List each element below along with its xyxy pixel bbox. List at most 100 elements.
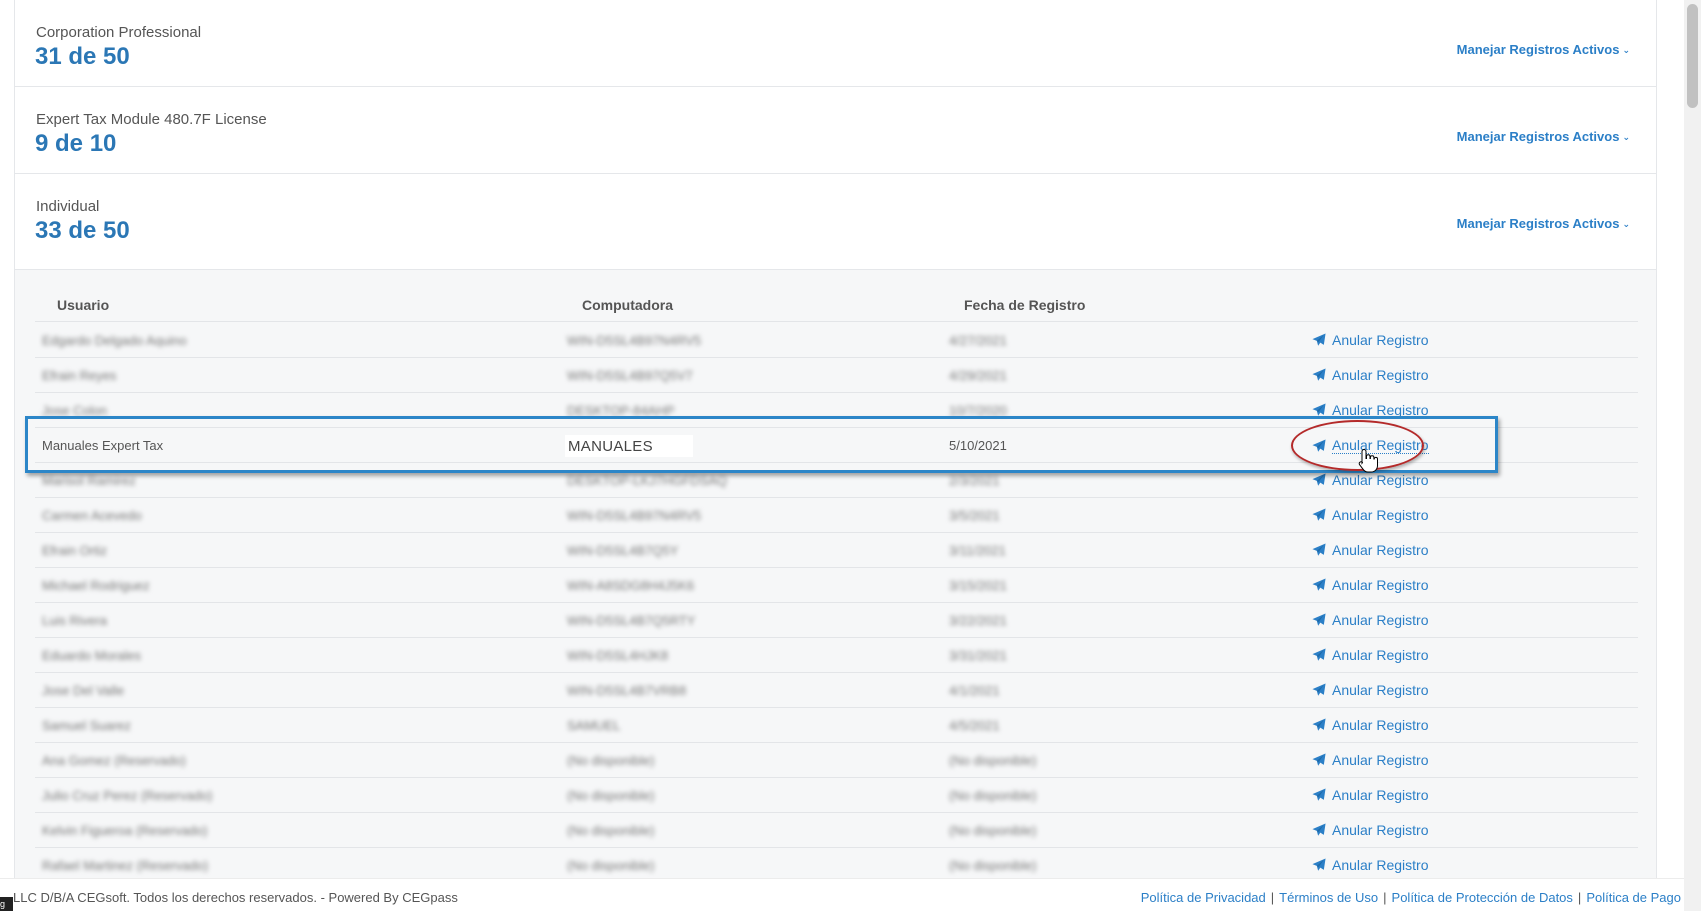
cancel-registration-button[interactable]: Anular Registro	[1312, 402, 1429, 418]
manage-link-label: Manejar Registros Activos	[1456, 42, 1620, 57]
paper-plane-icon	[1312, 753, 1326, 766]
redacted-user: Efrain Reyes	[42, 368, 117, 383]
redacted-computer: WIN-D5SL4HJK8	[567, 648, 669, 663]
paper-plane-icon	[1312, 403, 1326, 416]
chevron-down-icon: ⌄	[1622, 132, 1630, 142]
cancel-registration-button[interactable]: Anular Registro	[1312, 682, 1429, 698]
cancel-registration-button[interactable]: Anular Registro	[1312, 647, 1429, 663]
payment-policy-link[interactable]: Política de Pago	[1586, 890, 1681, 905]
cancel-registration-button[interactable]: Anular Registro	[1312, 857, 1429, 873]
app-window: Corporation Professional 31 de 50 Maneja…	[0, 0, 1701, 911]
redacted-user: Rafael Martinez (Reservado)	[42, 858, 209, 873]
redacted-date: 10/7/2020	[949, 403, 1007, 418]
data-protection-policy-link[interactable]: Política de Protección de Datos	[1392, 890, 1573, 905]
redacted-user: Jose Colon	[42, 403, 108, 418]
redacted-computer: (No disponible)	[567, 753, 655, 768]
active-records-panel: Usuario Computadora Fecha de Registro Ed…	[14, 270, 1657, 883]
registration-date: 5/10/2021	[949, 438, 1007, 453]
action-label: Anular Registro	[1332, 472, 1429, 488]
cancel-registration-button[interactable]: Anular Registro	[1312, 332, 1429, 348]
table-header: Usuario Computadora Fecha de Registro	[35, 270, 1638, 322]
action-label: Anular Registro	[1332, 822, 1429, 838]
action-label: Anular Registro	[1332, 857, 1429, 873]
cancel-registration-button[interactable]: Anular Registro	[1312, 717, 1429, 733]
redacted-computer: DESKTOP-LKJ7HGFDSAQ	[567, 473, 728, 488]
redacted-user: Marisol Ramirez	[42, 473, 136, 488]
redacted-user: Edgardo Delgado Aquino	[42, 333, 187, 348]
redacted-user: Efrain Ortiz	[42, 543, 108, 558]
license-name: Corporation Professional	[36, 24, 202, 41]
table-row: Carmen Acevedo WIN-D5SL4B97N4RV5 3/5/202…	[35, 498, 1638, 533]
footer-links: Política de Privacidad | Términos de Uso | P…	[1141, 890, 1681, 905]
paper-plane-icon	[1312, 858, 1326, 871]
vertical-scrollbar[interactable]	[1684, 0, 1701, 911]
action-label: Anular Registro	[1332, 367, 1429, 383]
header-computer: Computadora	[582, 297, 673, 313]
cancel-registration-button[interactable]: Anular Registro	[1312, 437, 1429, 454]
manage-link-label: Manejar Registros Activos	[1456, 216, 1620, 231]
redacted-date: 2/3/2021	[949, 473, 1000, 488]
cancel-registration-button[interactable]: Anular Registro	[1312, 822, 1429, 838]
cancel-registration-button[interactable]: Anular Registro	[1312, 542, 1429, 558]
cancel-registration-button[interactable]: Anular Registro	[1312, 472, 1429, 488]
redacted-computer: WIN-D5SL4B7VRB8	[567, 683, 687, 698]
copyright-text: LLC D/B/A CEGsoft. Todos los derechos re…	[13, 890, 458, 905]
manage-active-records-link[interactable]: Manejar Registros Activos ⌄	[1457, 42, 1630, 57]
redacted-date: 3/15/2021	[949, 578, 1007, 593]
table-row: Edgardo Delgado Aquino WIN-D5SL4B97N4RV5…	[35, 323, 1638, 358]
cancel-registration-button[interactable]: Anular Registro	[1312, 577, 1429, 593]
redacted-computer: WIN-D5SL4B7Q5Y	[567, 543, 679, 558]
table-row: Luis Rivera WIN-D5SL4B7Q5RTY 3/22/2021 A…	[35, 603, 1638, 638]
action-label: Anular Registro	[1332, 332, 1429, 348]
paper-plane-icon	[1312, 543, 1326, 556]
redacted-user: Kelvin Figueroa (Reservado)	[42, 823, 208, 838]
action-label: Anular Registro	[1332, 542, 1429, 558]
redacted-computer: (No disponible)	[567, 823, 655, 838]
redacted-user: Eduardo Morales	[42, 648, 141, 663]
manage-active-records-link[interactable]: Manejar Registros Activos ⌄	[1457, 129, 1630, 144]
corner-badge: g	[0, 897, 13, 911]
header-user: Usuario	[57, 297, 110, 313]
table-row: Efrain Ortiz WIN-D5SL4B7Q5Y 3/11/2021 An…	[35, 533, 1638, 568]
table-row: Eduardo Morales WIN-D5SL4HJK8 3/31/2021 …	[35, 638, 1638, 673]
table-row: Jose Colon DESKTOP-84AHP 10/7/2020 Anula…	[35, 393, 1638, 428]
redacted-computer: WIN-A8SDG8H4J5K6	[567, 578, 695, 593]
license-name: Expert Tax Module 480.7F License	[36, 111, 267, 128]
license-name: Individual	[36, 198, 100, 215]
license-individual: Individual 33 de 50 Manejar Registros Ac…	[15, 174, 1656, 268]
redacted-computer: (No disponible)	[567, 858, 655, 873]
cancel-registration-button[interactable]: Anular Registro	[1312, 612, 1429, 628]
redacted-computer: WIN-D5SL4B97Q5V7	[567, 368, 693, 383]
table-row: Samuel Suarez SAMUEL 4/5/2021 Anular Reg…	[35, 708, 1638, 743]
scrollbar-thumb[interactable]	[1687, 4, 1698, 108]
cancel-registration-button[interactable]: Anular Registro	[1312, 752, 1429, 768]
redacted-date: 3/31/2021	[949, 648, 1007, 663]
cancel-registration-button[interactable]: Anular Registro	[1312, 787, 1429, 803]
computer-name: MANUALES	[565, 435, 693, 457]
table-row: Jose Del Valle WIN-D5SL4B7VRB8 4/1/2021 …	[35, 673, 1638, 708]
paper-plane-icon	[1312, 718, 1326, 731]
redacted-user: Michael Rodriguez	[42, 578, 150, 593]
terms-of-use-link[interactable]: Términos de Uso	[1279, 890, 1378, 905]
redacted-computer: (No disponible)	[567, 788, 655, 803]
manage-active-records-link[interactable]: Manejar Registros Activos ⌄	[1457, 216, 1630, 231]
paper-plane-icon	[1312, 613, 1326, 626]
redacted-user: Julio Cruz Perez (Reservado)	[42, 788, 213, 803]
redacted-user: Carmen Acevedo	[42, 508, 142, 523]
action-label: Anular Registro	[1332, 717, 1429, 733]
paper-plane-icon	[1312, 508, 1326, 521]
redacted-user: Ana Gomez (Reservado)	[42, 753, 186, 768]
redacted-computer: SAMUEL	[567, 718, 621, 733]
redacted-computer: WIN-D5SL4B7Q5RTY	[567, 613, 696, 628]
paper-plane-icon	[1312, 368, 1326, 381]
action-label: Anular Registro	[1332, 787, 1429, 803]
cancel-registration-button[interactable]: Anular Registro	[1312, 367, 1429, 383]
paper-plane-icon	[1312, 648, 1326, 661]
cancel-registration-button[interactable]: Anular Registro	[1312, 507, 1429, 523]
table-row: Ana Gomez (Reservado) (No disponible) (N…	[35, 743, 1638, 778]
action-label: Anular Registro	[1332, 612, 1429, 628]
action-label: Anular Registro	[1332, 752, 1429, 768]
paper-plane-icon	[1312, 788, 1326, 801]
table-row: Julio Cruz Perez (Reservado) (No disponi…	[35, 778, 1638, 813]
privacy-policy-link[interactable]: Política de Privacidad	[1141, 890, 1266, 905]
